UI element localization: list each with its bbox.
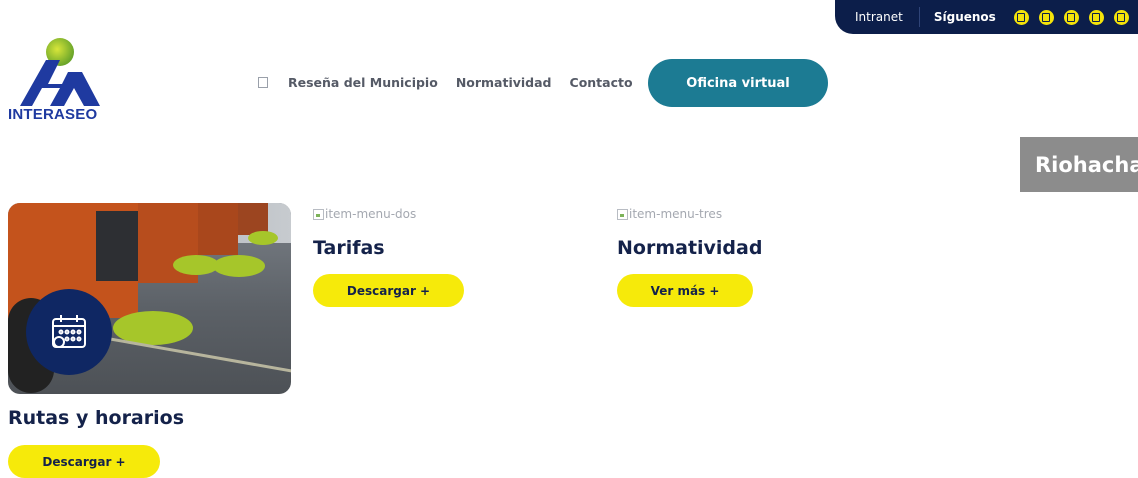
social-icon[interactable]	[1113, 9, 1129, 25]
follow-us-label: Síguenos	[933, 10, 996, 24]
image-alt-text: item-menu-tres	[629, 207, 723, 221]
normatividad-more-button[interactable]: Ver más +	[617, 274, 753, 307]
schedule-badge	[26, 289, 112, 375]
brush-shape	[248, 231, 278, 245]
nav-item-contacto[interactable]: Contacto	[570, 75, 633, 90]
calendar-icon	[52, 315, 86, 348]
card-image-tarifas: item-menu-dos	[313, 207, 416, 221]
nav-item-normatividad[interactable]: Normatividad	[456, 75, 552, 90]
tarifas-download-button[interactable]: Descargar +	[313, 274, 464, 307]
broken-image-icon	[617, 208, 628, 220]
main-nav: Reseña del Municipio Normatividad Contac…	[258, 75, 651, 90]
social-icon[interactable]	[1013, 9, 1029, 25]
social-icon[interactable]	[1038, 9, 1054, 25]
truck-cab	[96, 211, 138, 281]
card-image-normatividad: item-menu-tres	[617, 207, 722, 221]
top-utility-bar: Intranet Síguenos	[835, 0, 1138, 34]
brush-shape	[213, 255, 265, 277]
intranet-link[interactable]: Intranet	[855, 10, 903, 24]
card-title-tarifas: Tarifas	[313, 237, 385, 259]
social-icon[interactable]	[1063, 9, 1079, 25]
oficina-virtual-button[interactable]: Oficina virtual	[648, 59, 828, 107]
logo-wordmark: INTERASEO	[8, 106, 98, 123]
street-sweeper-photo[interactable]	[8, 203, 291, 394]
social-icon[interactable]	[1088, 9, 1104, 25]
rutas-download-button[interactable]: Descargar +	[8, 445, 160, 478]
image-alt-text: item-menu-dos	[325, 207, 417, 221]
truck-shape	[198, 203, 238, 255]
card-title-normatividad: Normatividad	[617, 237, 763, 259]
card-title-rutas: Rutas y horarios	[8, 407, 185, 429]
topbar-divider	[918, 7, 920, 27]
broken-image-icon	[313, 208, 324, 220]
nav-item-resena[interactable]: Reseña del Municipio	[288, 75, 438, 90]
social-links	[1013, 9, 1129, 25]
home-icon[interactable]	[258, 77, 268, 88]
city-tag[interactable]: Riohacha	[1020, 137, 1138, 192]
road-line	[99, 335, 291, 374]
